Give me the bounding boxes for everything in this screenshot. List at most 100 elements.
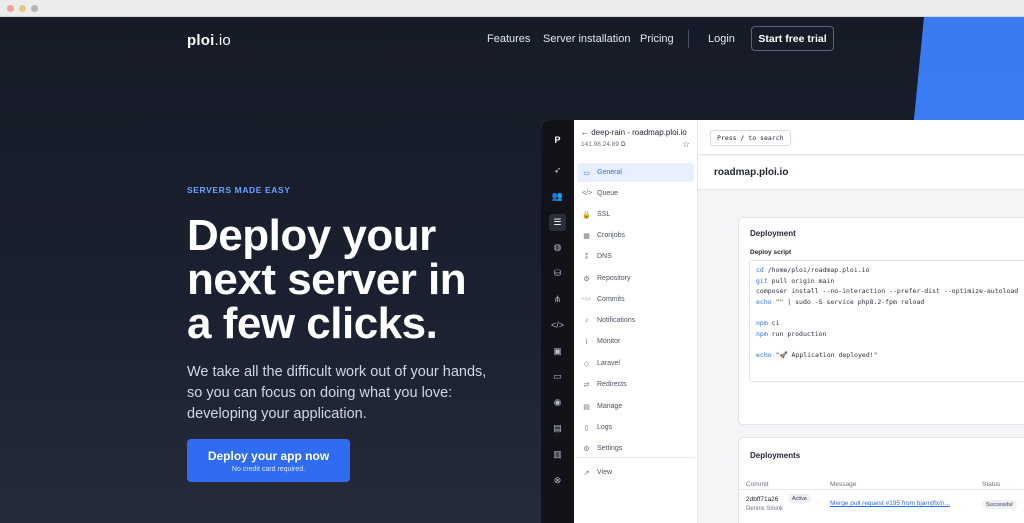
commit-message-link[interactable]: Merge pull request #195 from bjarnjflx/n… xyxy=(830,500,950,507)
network-icon[interactable]: ⋔ xyxy=(549,291,566,308)
deploy-app-button[interactable]: Deploy your app now No credit card requi… xyxy=(187,439,350,482)
nav-pricing-link[interactable]: Pricing xyxy=(640,33,674,45)
sidebar-item-label: View xyxy=(597,469,613,476)
sidebar-item-logs[interactable]: ▯ Logs xyxy=(577,418,694,437)
script-line: echo "🚀 Application deployed!" xyxy=(756,350,878,359)
script-line xyxy=(756,307,1024,318)
sidebar-item-label: Monitor xyxy=(597,338,621,345)
sidebar-item-label: Commits xyxy=(597,296,625,303)
script-line: cd /home/ploi/roadmap.ploi.io xyxy=(756,266,870,274)
sidebar-item-ssl[interactable]: 🔒 SSL xyxy=(577,205,694,224)
sidebar-item-label: Redirects xyxy=(597,381,627,388)
sidebar-item-label: Laravel xyxy=(597,360,620,367)
nav-divider xyxy=(688,30,689,48)
column-header-status: Status xyxy=(982,481,1001,488)
monitor-icon: ⌇ xyxy=(584,338,589,346)
script-line xyxy=(756,339,1024,350)
logs-icon: ▯ xyxy=(584,424,589,432)
commit-icon: -○- xyxy=(582,296,591,303)
users-icon[interactable]: 👥 xyxy=(549,188,566,205)
commit-hash[interactable]: 2dbff71a26 xyxy=(746,496,778,503)
server-sidenav: ← deep-rain - roadmap.ploi.io 141.98.24.… xyxy=(574,120,698,523)
deployment-card-title: Deployment xyxy=(750,229,796,238)
script-line: git pull origin main xyxy=(756,276,835,285)
sidebar-item-manage[interactable]: ▤ Manage xyxy=(577,397,694,416)
deploy-app-button-subtext: No credit card required. xyxy=(231,465,306,473)
gear-icon: ⚙ xyxy=(583,445,590,453)
app-icon-sidebar: P ➶ 👥 ☰ ◍ ⛁ ⋔ </> ▣ ▭ ◉ ▤ ▥ ⊗ xyxy=(541,120,574,523)
headline-line: Deploy your xyxy=(187,211,436,260)
script-line: npm run production xyxy=(756,329,827,338)
sidebar-item-monitor[interactable]: ⌇ Monitor xyxy=(577,332,694,351)
sidebar-item-label: Manage xyxy=(597,403,623,410)
sidebar-item-notifications[interactable]: ♪ Notifications xyxy=(577,311,694,330)
deployments-card-title: Deployments xyxy=(750,451,801,460)
search-input[interactable]: Press / to search xyxy=(710,130,791,146)
sidebar-item-cronjobs[interactable]: ▦ Cronjobs xyxy=(577,226,694,245)
app-preview: P ➶ 👥 ☰ ◍ ⛁ ⋔ </> ▣ ▭ ◉ ▤ ▥ ⊗ ← deep-rain - roadmap.… xyxy=(541,120,1024,523)
sidebar-item-queue[interactable]: </> Queue xyxy=(577,184,694,203)
deployments-card: Deployments Commit Message Status 2dbff7… xyxy=(738,437,1024,523)
commit-author: Dennis Smink xyxy=(746,506,784,512)
minimize-window-dot[interactable] xyxy=(19,5,26,12)
laravel-icon: ◇ xyxy=(583,360,590,368)
hero-section: ploi.io Features Server installation Pri… xyxy=(0,17,1024,523)
sidenav-divider xyxy=(577,457,694,458)
sidebar-item-label: General xyxy=(597,169,622,176)
redirect-icon: ⇄ xyxy=(583,381,590,389)
save-icon[interactable]: ▣ xyxy=(549,343,566,360)
ploi-logo[interactable]: ploi.io xyxy=(187,32,231,49)
table-divider xyxy=(739,489,1024,490)
repository-icon: ⚙ xyxy=(583,275,590,283)
maximize-window-dot[interactable] xyxy=(31,5,38,12)
sidebar-item-repository[interactable]: ⚙ Repository xyxy=(577,269,694,288)
sidebar-item-general[interactable]: ▭ General xyxy=(577,163,694,182)
hero-lead-text: We take all the difficult work out of yo… xyxy=(187,364,487,422)
archive-icon[interactable]: ▭ xyxy=(549,368,566,385)
deploy-app-button-label: Deploy your app now xyxy=(207,448,330,463)
nav-server-installation-link[interactable]: Server installation xyxy=(543,33,630,45)
server-ip[interactable]: 141.98.24.89 ⧉ xyxy=(581,141,625,149)
sidebar-item-label: Settings xyxy=(597,445,623,452)
sidebar-item-settings[interactable]: ⚙ Settings xyxy=(577,439,694,458)
server-icon[interactable]: ☰ xyxy=(549,213,566,231)
start-free-trial-button[interactable]: Start free trial xyxy=(751,26,834,51)
code-icon[interactable]: </> xyxy=(549,317,566,334)
bell-icon: ♪ xyxy=(584,317,589,324)
nav-login-link[interactable]: Login xyxy=(708,33,735,45)
hero-eyebrow: SERVERS MADE EASY xyxy=(187,185,291,195)
sidebar-item-dns[interactable]: ⁑ DNS xyxy=(577,247,694,266)
server-stack-icon[interactable]: ▤ xyxy=(549,420,566,437)
sidebar-item-label: DNS xyxy=(597,253,612,260)
sidebar-item-laravel[interactable]: ◇ Laravel xyxy=(577,354,694,373)
globe-icon[interactable]: ◍ xyxy=(549,239,566,256)
document-icon[interactable]: ▥ xyxy=(549,446,566,463)
settings-icon[interactable]: ⊗ xyxy=(549,472,566,489)
script-line: npm ci xyxy=(756,318,780,327)
external-link-icon: ↗ xyxy=(583,469,590,477)
sidebar-item-view[interactable]: ↗ View xyxy=(577,463,694,482)
sidebar-item-label: Cronjobs xyxy=(597,232,626,239)
dns-icon: ⁑ xyxy=(584,253,589,261)
database-icon[interactable]: ⛁ xyxy=(549,265,566,282)
sidebar-item-label: Logs xyxy=(597,424,613,431)
sidebar-item-label: Notifications xyxy=(597,317,636,324)
lock-icon: 🔒 xyxy=(582,211,591,219)
sidebar-item-redirects[interactable]: ⇄ Redirects xyxy=(577,375,694,394)
deploy-script-editor[interactable]: cd /home/ploi/roadmap.ploi.io git pull or… xyxy=(749,260,1024,382)
browser-chrome xyxy=(0,0,1024,17)
site-header: roadmap.ploi.io xyxy=(698,156,1024,190)
code-icon: </> xyxy=(582,190,593,197)
star-icon[interactable]: ☆ xyxy=(682,139,690,150)
script-line: composer install --no-interaction --pref… xyxy=(756,287,1019,296)
server-title[interactable]: ← deep-rain - roadmap.ploi.io xyxy=(581,128,687,137)
app-logo[interactable]: P xyxy=(547,129,568,150)
user-circle-icon[interactable]: ◉ xyxy=(549,394,566,411)
column-header-message: Message xyxy=(830,481,857,488)
rocket-icon[interactable]: ➶ xyxy=(549,162,566,179)
close-window-dot[interactable] xyxy=(7,5,14,12)
headline-line: next server in xyxy=(187,255,467,304)
sidebar-item-commits[interactable]: -○- Commits xyxy=(577,290,694,309)
hero-headline: Deploy your next server in a few clicks. xyxy=(187,214,517,346)
nav-features-link[interactable]: Features xyxy=(487,33,530,45)
